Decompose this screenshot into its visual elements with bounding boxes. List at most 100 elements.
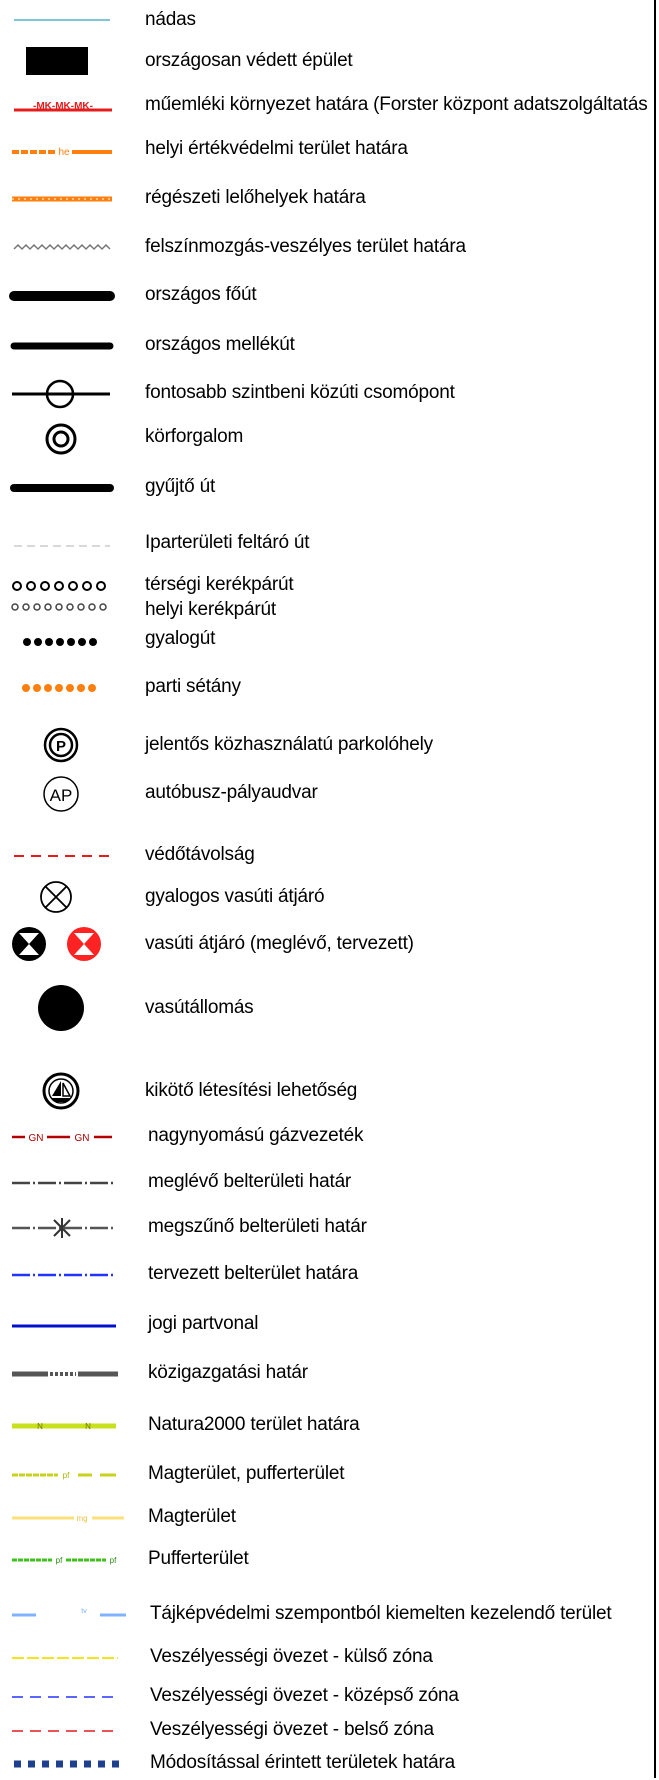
svg-text:-MK-MK-MK-: -MK-MK-MK- bbox=[33, 101, 93, 112]
local-value-boundary-icon: he bbox=[0, 132, 128, 166]
legend-row-pedestrian-rail-crossing: gyalogos vasúti átjáró bbox=[0, 880, 656, 914]
legend-label: meglévő belterületi határ bbox=[148, 1171, 352, 1192]
legend-row-local-value-boundary: he helyi értékvédelmi terület határa bbox=[0, 132, 656, 166]
legend-row-footpath: gyalogút bbox=[0, 622, 656, 656]
legend-label: Módosítással érintett területek határa bbox=[150, 1752, 456, 1773]
legend-label: közigazgatási határ bbox=[148, 1362, 308, 1383]
svg-text:AP: AP bbox=[50, 786, 73, 805]
legend-label: felszínmozgás-veszélyes terület határa bbox=[145, 236, 466, 257]
legend-label: nádas bbox=[145, 9, 196, 30]
legend-row-planned-inner-boundary: tervezett belterület határa bbox=[0, 1257, 656, 1291]
legend-label: gyalogút bbox=[145, 628, 216, 649]
legend-label: országos főút bbox=[145, 284, 257, 305]
legend-row-collector-road: gyűjtő út bbox=[0, 470, 656, 504]
gas-pipeline-icon: GN GN bbox=[0, 1119, 128, 1153]
legend-label: Pufferterület bbox=[148, 1548, 249, 1569]
core-buffer-area-icon: pf bbox=[0, 1457, 128, 1491]
legend-label: Magterület, pufferterület bbox=[148, 1463, 345, 1484]
danger-zone-inner-icon bbox=[0, 1713, 128, 1747]
legend-label: védőtávolság bbox=[145, 844, 255, 865]
legend-row-modified-area-boundary: Módosítással érintett területek határa bbox=[0, 1746, 656, 1780]
svg-text:GN: GN bbox=[75, 1133, 90, 1144]
legend-row-road-junction: fontosabb szintbeni közúti csomópont bbox=[0, 376, 656, 410]
legend-row-landscape-protection: tv Tájképvédelmi szempontból kiemelten k… bbox=[0, 1597, 656, 1631]
svg-text:pf: pf bbox=[63, 1471, 70, 1480]
natura2000-boundary-icon: N N bbox=[0, 1408, 128, 1442]
secondary-road-icon bbox=[0, 328, 128, 362]
legend-label: vasúti átjáró (meglévő, tervezett) bbox=[145, 933, 414, 954]
railway-station-icon bbox=[0, 985, 128, 1031]
protection-distance-icon bbox=[0, 838, 128, 872]
legend-label: parti sétány bbox=[145, 676, 241, 697]
legend-row-main-road: országos főút bbox=[0, 278, 656, 312]
legend-row-protected-building: országosan védett épület bbox=[0, 44, 656, 78]
promenade-icon bbox=[0, 670, 128, 704]
legend-row-protection-distance: védőtávolság bbox=[0, 838, 656, 872]
legend-panel: nádas országosan védett épület -MK-MK-MK… bbox=[0, 0, 656, 1778]
planned-inner-boundary-icon bbox=[0, 1257, 128, 1291]
legend-row-existing-inner-boundary: meglévő belterületi határ bbox=[0, 1165, 656, 1199]
bus-station-icon: AP bbox=[0, 776, 128, 812]
legend-row-gas-pipeline: GN GN nagynyomású gázvezeték bbox=[0, 1119, 656, 1153]
roundabout-icon bbox=[0, 420, 128, 455]
legend-label: tervezett belterület határa bbox=[148, 1263, 359, 1284]
legend-row-ceasing-inner-boundary: megszűnő belterületi határ bbox=[0, 1210, 656, 1244]
buffer-area-icon: pf pf bbox=[0, 1542, 128, 1576]
legend-label: Iparterületi feltáró út bbox=[145, 532, 310, 553]
legend-label: műemléki környezet határa (Forster közpo… bbox=[145, 94, 648, 115]
pedestrian-rail-crossing-icon bbox=[0, 880, 128, 914]
legend-row-secondary-road: országos mellékút bbox=[0, 328, 656, 362]
legend-label: jogi partvonal bbox=[148, 1313, 259, 1334]
industrial-access-road-icon bbox=[0, 526, 128, 560]
legend-row-danger-zone-outer: Veszélyességi övezet - külső zóna bbox=[0, 1640, 656, 1674]
harbor-icon bbox=[0, 1072, 128, 1110]
legal-shoreline-icon bbox=[0, 1307, 128, 1341]
collector-road-icon bbox=[0, 470, 128, 504]
legend-label: autóbusz-pályaudvar bbox=[145, 782, 318, 803]
legend-row-railway-station: vasútállomás bbox=[0, 985, 656, 1031]
svg-text:pf: pf bbox=[110, 1556, 117, 1565]
legend-label: országosan védett épület bbox=[145, 50, 353, 71]
rail-crossing-icon bbox=[0, 927, 128, 961]
svg-text:N: N bbox=[85, 1422, 91, 1431]
svg-text:GN: GN bbox=[29, 1133, 44, 1144]
landscape-protection-icon: tv bbox=[0, 1597, 128, 1631]
legend-label: Veszélyességi övezet - középső zóna bbox=[150, 1685, 459, 1706]
svg-text:N: N bbox=[37, 1422, 43, 1431]
svg-text:he: he bbox=[58, 147, 70, 158]
legend-row-danger-zone-inner: Veszélyességi övezet - belső zóna bbox=[0, 1713, 656, 1747]
legend-label: Natura2000 terület határa bbox=[148, 1414, 360, 1435]
footpath-icon bbox=[0, 622, 128, 656]
legend-row-archaeological-boundary: régészeti lelőhelyek határa bbox=[0, 181, 656, 215]
legend-label: Veszélyességi övezet - belső zóna bbox=[150, 1719, 434, 1740]
archaeological-boundary-icon bbox=[0, 181, 128, 215]
legend-row-roundabout: körforgalom bbox=[0, 420, 656, 455]
legend-label: helyi értékvédelmi terület határa bbox=[145, 138, 408, 159]
legend-row-landslide-zone: felszínmozgás-veszélyes terület határa bbox=[0, 230, 656, 264]
legend-row-industrial-access-road: Iparterületi feltáró út bbox=[0, 526, 656, 560]
legend-label: fontosabb szintbeni közúti csomópont bbox=[145, 382, 455, 403]
core-area-icon: mg bbox=[0, 1500, 128, 1534]
legend-row-reed: nádas bbox=[0, 3, 656, 37]
svg-text:P: P bbox=[56, 738, 66, 755]
legend-row-monument-boundary: -MK-MK-MK- műemléki környezet határa (Fo… bbox=[0, 88, 656, 122]
legend-row-natura2000-boundary: N N Natura2000 terület határa bbox=[0, 1408, 656, 1442]
legend-row-core-buffer-area: pf Magterület, pufferterület bbox=[0, 1457, 656, 1491]
rail-crossing-existing-icon bbox=[12, 927, 46, 961]
legend-label: régészeti lelőhelyek határa bbox=[145, 187, 366, 208]
legend-row-bus-station: AP autóbusz-pályaudvar bbox=[0, 776, 656, 812]
legend-label: Magterület bbox=[148, 1506, 236, 1527]
legend-label: országos mellékút bbox=[145, 334, 295, 355]
legend-row-promenade: parti sétány bbox=[0, 670, 656, 704]
legend-label: megszűnő belterületi határ bbox=[148, 1216, 367, 1237]
legend-label: kikötő létesítési lehetőség bbox=[145, 1080, 358, 1101]
legend-row-legal-shoreline: jogi partvonal bbox=[0, 1307, 656, 1341]
legend-row-parking: P jelentős közhasználatú parkolóhely bbox=[0, 727, 656, 763]
landslide-zone-icon bbox=[0, 230, 128, 264]
legend-label: Tájképvédelmi szempontból kiemelten keze… bbox=[150, 1603, 612, 1624]
legend-row-danger-zone-middle: Veszélyességi övezet - középső zóna bbox=[0, 1679, 656, 1713]
legend-label: jelentős közhasználatú parkolóhely bbox=[145, 734, 433, 755]
existing-inner-boundary-icon bbox=[0, 1165, 128, 1199]
rail-crossing-planned-icon bbox=[67, 927, 101, 961]
legend-label: körforgalom bbox=[145, 426, 244, 447]
